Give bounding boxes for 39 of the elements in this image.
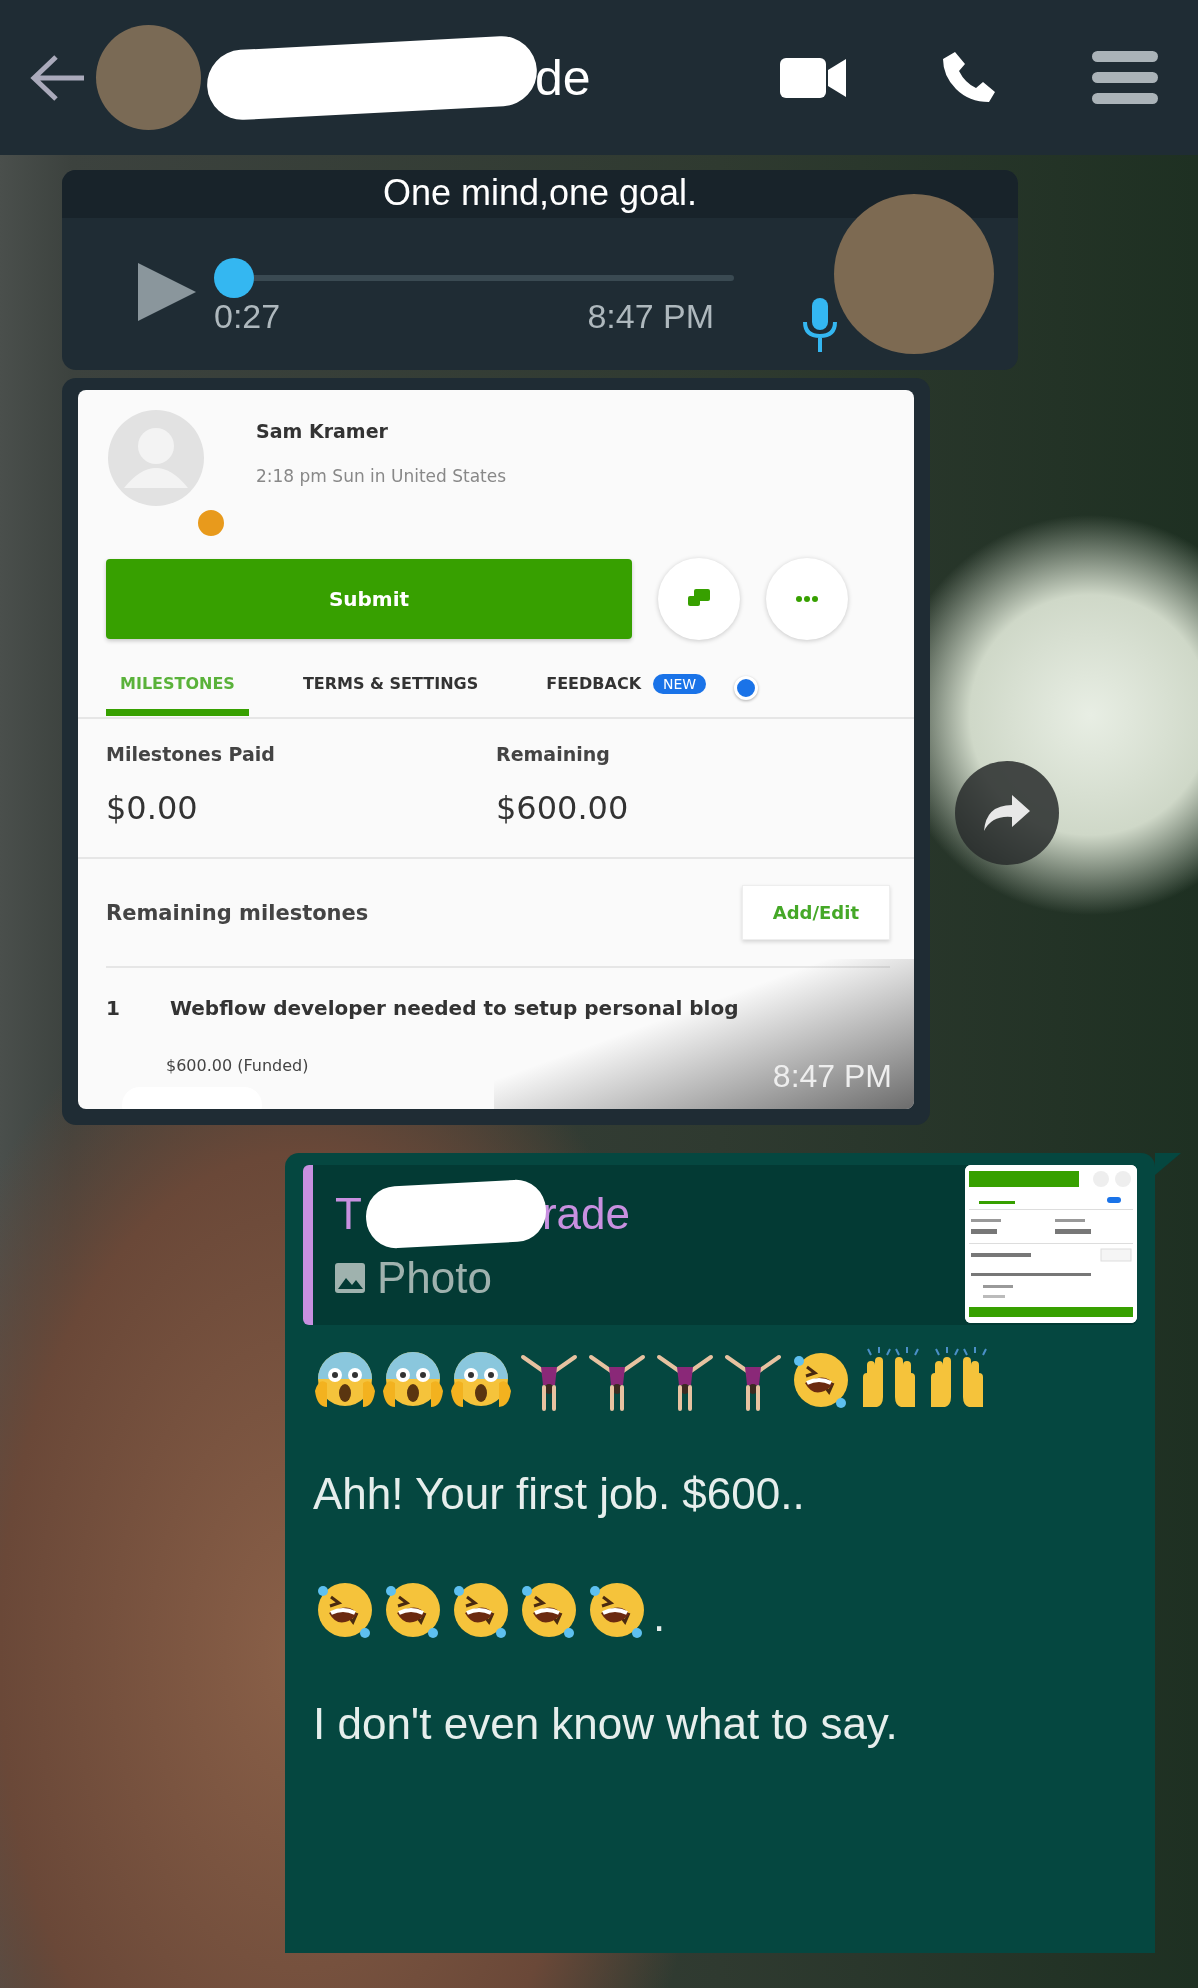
milestone-title: Webflow developer needed to setup personal blog: [169, 996, 739, 1020]
tab[interactable]: TERMS & SETTINGS: [288, 670, 493, 716]
tab[interactable]: FEEDBACK NEW: [532, 670, 721, 717]
message-time: 8:47 PM: [587, 296, 714, 336]
quoted-author: T: [335, 1189, 362, 1239]
milestone-amount: $600.00 (Funded): [166, 1056, 310, 1075]
chat-button[interactable]: [658, 558, 740, 640]
ellipsis-icon: [796, 596, 818, 602]
contact-name: Sam Kramer: [256, 420, 389, 442]
message-time: 8:47 PM: [772, 1058, 892, 1095]
message-text: .: [653, 1591, 666, 1641]
forward-arrow-icon: [982, 793, 1032, 833]
submit-button[interactable]: Submit: [106, 559, 632, 639]
duration-text: 0:27: [214, 296, 281, 336]
video-call-icon[interactable]: [780, 55, 846, 100]
section-title: Remaining milestones: [106, 900, 369, 925]
seek-handle[interactable]: [214, 257, 254, 298]
quoted-type-label: Photo: [377, 1253, 492, 1303]
play-icon[interactable]: [136, 261, 198, 323]
stat-value: $600.00: [496, 789, 630, 827]
milestone-number: 1: [106, 996, 120, 1020]
stat-label: Remaining: [496, 743, 611, 765]
new-badge: NEW: [653, 674, 707, 694]
stat-label: Milestones Paid: [106, 743, 276, 765]
menu-icon[interactable]: [1092, 50, 1158, 105]
caption-text: One mind,one goal.: [62, 170, 1018, 218]
message-text: Ahh! Your first job. $600..: [313, 1469, 806, 1519]
microphone-icon: [802, 298, 838, 354]
quoted-author: rade: [541, 1189, 630, 1239]
notification-dot: [734, 676, 759, 700]
local-time-text: 2:18 pm Sun in United States: [256, 466, 507, 486]
stat-value: $0.00: [106, 789, 199, 827]
message-text: I don't even know what to say.: [313, 1699, 899, 1749]
person-silhouette-icon: [106, 408, 206, 508]
chat-bubbles-icon: [688, 589, 710, 609]
image-icon: [335, 1263, 365, 1293]
quoted-message[interactable]: T rade Photo: [303, 1165, 1137, 1325]
add-edit-button[interactable]: Add/Edit: [741, 885, 890, 940]
contact-name[interactable]: de: [535, 48, 591, 107]
